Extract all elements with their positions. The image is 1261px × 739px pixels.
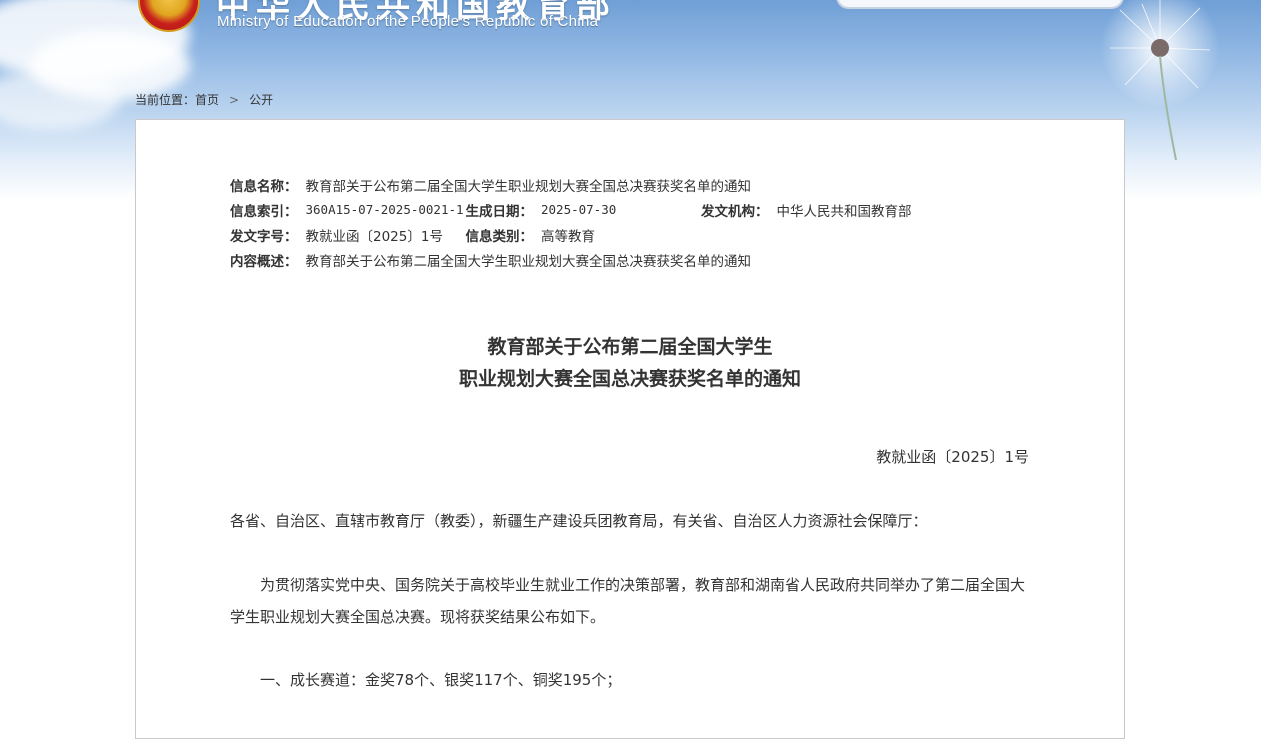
article-title-line2: 职业规划大赛全国总决赛获奖名单的通知 — [458, 368, 801, 390]
meta-name-value: 教育部关于公布第二届全国大学生职业规划大赛全国总决赛获奖名单的通知 — [305, 178, 752, 195]
meta-index-label: 信息索引： — [230, 203, 298, 220]
meta-docno-value: 教就业函〔2025〕1号 — [305, 228, 443, 245]
document-metadata: 信息名称： 教育部关于公布第二届全国大学生职业规划大赛全国总决赛获奖名单的通知 … — [230, 172, 912, 272]
meta-org-value: 中华人民共和国教育部 — [776, 203, 912, 220]
cloud-decoration — [0, 70, 120, 130]
meta-index-value: 360A15-07-2025-0021-1 — [305, 202, 464, 217]
meta-row-index: 信息索引： 360A15-07-2025-0021-1 生成日期： 2025-0… — [230, 197, 912, 222]
meta-row-summary: 内容概述： 教育部关于公布第二届全国大学生职业规划大赛全国总决赛获奖名单的通知 — [230, 247, 912, 272]
meta-docno-label: 发文字号： — [230, 228, 298, 245]
breadcrumb-prefix: 当前位置： — [135, 93, 196, 107]
article-title-line1: 教育部关于公布第二届全国大学生 — [487, 336, 773, 358]
meta-row-docno: 发文字号： 教就业函〔2025〕1号 信息类别： 高等教育 — [230, 222, 912, 247]
meta-summary-label: 内容概述： — [230, 253, 298, 270]
breadcrumb-home-link[interactable]: 首页 — [195, 91, 219, 108]
article-paragraph: 一、成长赛道：金奖78个、银奖117个、铜奖195个； — [230, 671, 622, 689]
article-doc-number: 教就业函〔2025〕1号 — [876, 448, 1029, 466]
breadcrumb-current-link[interactable]: 公开 — [249, 91, 273, 108]
meta-name-label: 信息名称： — [230, 178, 298, 195]
article-paragraph: 为贯彻落实党中央、国务院关于高校毕业生就业工作的决策部署，教育部和湖南省人民政府… — [230, 576, 1026, 626]
breadcrumb: 当前位置： 首页 > 公开 — [135, 91, 273, 108]
meta-category-label: 信息类别： — [465, 228, 534, 245]
meta-org-label: 发文机构： — [701, 203, 769, 220]
meta-row-name: 信息名称： 教育部关于公布第二届全国大学生职业规划大赛全国总决赛获奖名单的通知 — [230, 172, 912, 197]
meta-date-value: 2025-07-30 — [541, 202, 617, 217]
site-title-en: Ministry of Education of the People's Re… — [217, 13, 599, 30]
meta-category-value: 高等教育 — [541, 228, 595, 245]
chevron-right-icon: > — [229, 92, 240, 107]
meta-summary-value: 教育部关于公布第二届全国大学生职业规划大赛全国总决赛获奖名单的通知 — [305, 253, 752, 270]
meta-date-label: 生成日期： — [465, 203, 534, 220]
article-addressee: 各省、自治区、直辖市教育厅（教委），新疆生产建设兵团教育局，有关省、自治区人力资… — [230, 512, 928, 530]
